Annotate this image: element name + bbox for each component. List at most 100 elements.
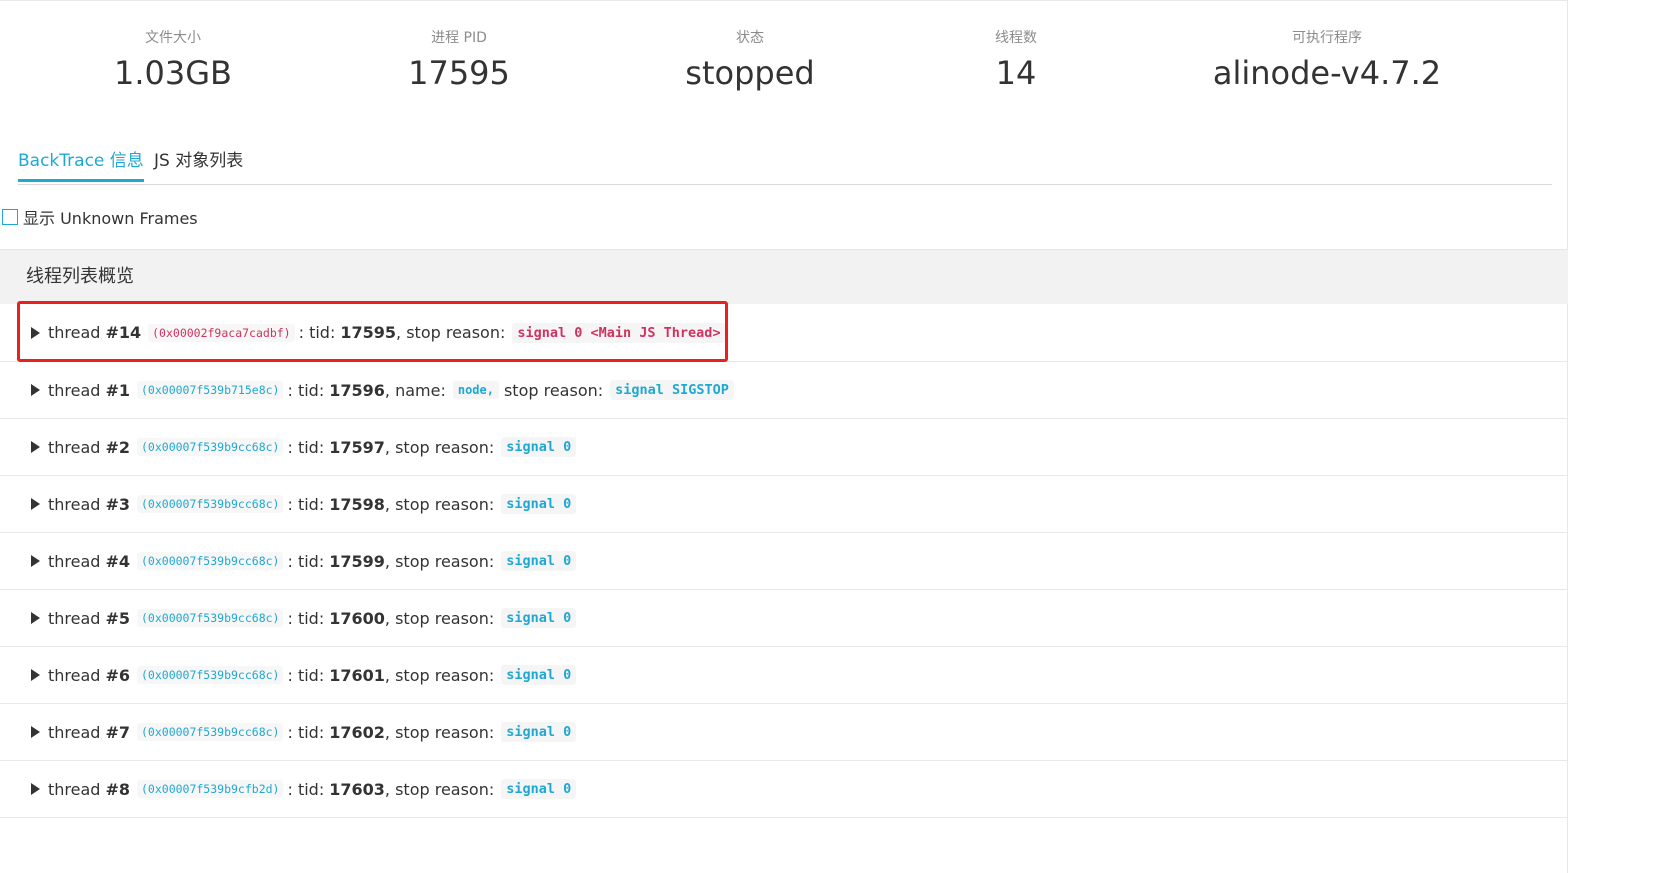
thread-number: #7 [105,722,130,742]
thread-address: (0x00007f539b9cc68c) [137,723,284,741]
panel-title: 线程列表概览 [0,249,1568,304]
thread-number: #3 [105,494,130,514]
tid-label: : tid: [287,779,325,799]
comma: , [384,779,396,799]
tid-label: : tid: [287,608,325,628]
thread-tid: 17595 [340,323,397,342]
stat-label: 进程 PID [431,30,487,46]
thread-tid: 17598 [329,494,385,514]
tid-label: : tid: [298,323,336,342]
stop-reason-label: stop reason: [503,380,604,400]
thread-tid: 17601 [329,665,385,685]
stop-reason-label: stop reason: [395,608,495,628]
stop-reason-label: stop reason: [395,779,495,799]
tab-bar: BackTrace 信息 JS 对象列表 [18,146,1552,185]
thread-list-panel: 线程列表概览 thread #14 (0x00002f9aca7cadbf): ti… [0,249,1568,818]
thread-word: thread [48,437,101,457]
thread-address: (0x00002f9aca7cadbf) [148,323,295,342]
thread-row[interactable]: thread #2 (0x00007f539b9cc68c): tid: 17597,… [0,419,1568,476]
expand-arrow-icon[interactable] [31,612,40,624]
comma: , [396,323,407,342]
expand-arrow-icon[interactable] [31,555,40,567]
thread-row[interactable]: thread #14 (0x00002f9aca7cadbf): tid: 17595… [0,304,1568,362]
thread-word: thread [48,494,101,514]
expand-arrow-icon[interactable] [31,783,40,795]
thread-name: node, [452,381,499,399]
stop-reason-value: signal 0 [501,437,577,457]
stop-reason-label: stop reason: [395,437,495,457]
thread-row[interactable]: thread #3 (0x00007f539b9cc68c): tid: 17598,… [0,476,1568,533]
tid-label: : tid: [287,437,325,457]
stop-reason-value: signal 0 [501,665,577,685]
stat-label: 文件大小 [145,30,201,46]
thread-number: #5 [105,608,130,628]
comma: , [384,665,396,685]
stop-reason-value: signal 0 [501,494,577,514]
comma: , [384,380,396,400]
stop-reason-value: signal 0 [501,551,577,571]
thread-tid: 17599 [329,551,385,571]
stat-thread-count: 线程数 14 [886,28,1146,93]
thread-address: (0x00007f539b9cc68c) [137,609,284,627]
stop-reason-label: stop reason: [395,494,495,514]
thread-tid: 17597 [329,437,385,457]
expand-arrow-icon[interactable] [31,441,40,453]
expand-arrow-icon[interactable] [31,326,40,339]
tab-backtrace[interactable]: BackTrace 信息 [18,146,144,182]
thread-number: #6 [105,665,130,685]
thread-row[interactable]: thread #1 (0x00007f539b715e8c): tid: 17596,… [0,362,1568,419]
stat-pid: 进程 PID 17595 [329,28,589,93]
tab-js-objects[interactable]: JS 对象列表 [154,146,243,176]
thread-row[interactable]: thread #4 (0x00007f539b9cc68c): tid: 17599,… [0,533,1568,590]
thread-number: #8 [105,779,130,799]
stat-label: 状态 [736,30,764,46]
comma: , [384,437,396,457]
tid-label: : tid: [287,665,325,685]
expand-arrow-icon[interactable] [31,726,40,738]
tid-label: : tid: [287,722,325,742]
thread-word: thread [48,608,101,628]
stop-reason-value: signal 0 <Main JS Thread> [512,322,726,343]
thread-number: #2 [105,437,130,457]
expand-arrow-icon[interactable] [31,669,40,681]
stat-file-size: 文件大小 1.03GB [43,28,303,93]
show-unknown-frames-checkbox[interactable] [2,209,18,225]
top-divider [0,0,1568,1]
thread-address: (0x00007f539b9cc68c) [137,552,284,570]
thread-address: (0x00007f539b9cc68c) [137,495,284,513]
core-dump-analysis-page: 文件大小 1.03GB 进程 PID 17595 状态 stopped 线程数 … [0,0,1664,873]
thread-number: #4 [105,551,130,571]
thread-word: thread [48,722,101,742]
stat-value: 14 [995,54,1037,92]
stat-value: 17595 [408,54,510,92]
comma: , [384,494,396,514]
stat-status: 状态 stopped [620,28,880,93]
thread-word: thread [48,323,101,342]
thread-row[interactable]: thread #5 (0x00007f539b9cc68c): tid: 17600,… [0,590,1568,647]
thread-row[interactable]: thread #7 (0x00007f539b9cc68c): tid: 17602,… [0,704,1568,761]
stop-reason-label: stop reason: [395,551,495,571]
stat-label: 线程数 [995,30,1037,46]
stat-value: stopped [685,54,815,92]
stop-reason-value: signal 0 [501,779,577,799]
thread-tid: 17602 [329,722,385,742]
thread-row[interactable]: thread #6 (0x00007f539b9cc68c): tid: 17601,… [0,647,1568,704]
expand-arrow-icon[interactable] [31,384,40,396]
thread-word: thread [48,551,101,571]
show-unknown-frames-toggle[interactable]: 显示 Unknown Frames [2,205,198,229]
stat-value: alinode-v4.7.2 [1212,54,1442,92]
stop-reason-value: signal SIGSTOP [610,380,734,400]
thread-row[interactable]: thread #8 (0x00007f539b9cfb2d): tid: 17603,… [0,761,1568,818]
stop-reason-value: signal 0 [501,608,577,628]
comma: , [384,551,396,571]
stat-executable: 可执行程序 alinode-v4.7.2 [1197,28,1457,93]
show-unknown-frames-label: 显示 Unknown Frames [23,209,198,228]
thread-tid: 17600 [329,608,385,628]
expand-arrow-icon[interactable] [31,498,40,510]
thread-word: thread [48,665,101,685]
summary-stats: 文件大小 1.03GB 进程 PID 17595 状态 stopped 线程数 … [0,28,1568,108]
thread-number: #14 [105,323,142,342]
stop-reason-label: stop reason: [406,323,506,342]
name-label: name: [395,380,446,400]
thread-tid: 17596 [329,380,385,400]
